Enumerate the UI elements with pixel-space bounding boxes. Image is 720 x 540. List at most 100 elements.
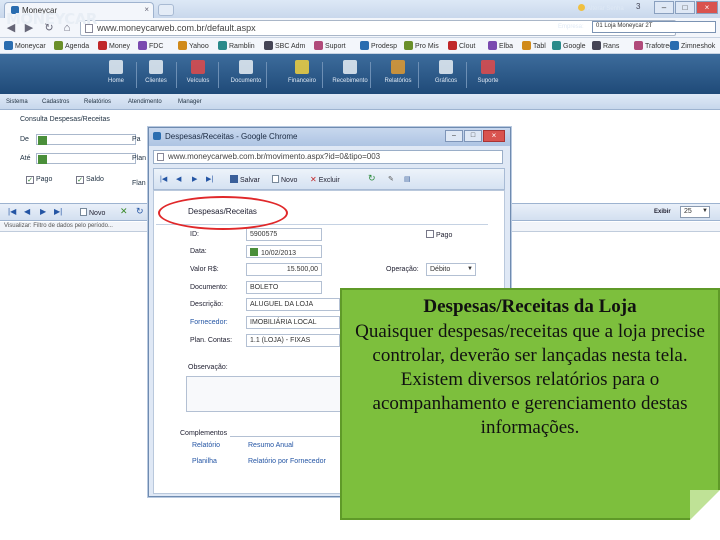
bookmark-item[interactable]: Rans	[592, 41, 619, 50]
account-field[interactable]: 1.1 (LOJA) - FIXAS	[246, 334, 340, 347]
grid-refresh-icon[interactable]: ↻	[136, 206, 144, 217]
toolbar-item-documento[interactable]: Documento	[224, 60, 268, 84]
change-password-link[interactable]: Alterar Senha	[578, 4, 624, 12]
toolbar-item-home[interactable]: Home	[94, 60, 138, 84]
bookmark-item[interactable]: FDC	[138, 41, 163, 50]
popup-minimize-button[interactable]: –	[445, 130, 463, 142]
description-field[interactable]: ALUGUEL DA LOJA	[246, 298, 340, 311]
toolbar-item-recebimento[interactable]: Recebimento	[328, 60, 372, 84]
saldo-checkbox[interactable]	[76, 176, 84, 184]
url-input[interactable]: www.moneycarweb.com.br/default.aspx	[80, 20, 676, 36]
minimize-button[interactable]: –	[654, 1, 674, 14]
bookmark-item[interactable]: Agenda	[54, 41, 89, 50]
paid-option[interactable]: Pago	[426, 230, 452, 239]
popup-maximize-button[interactable]: □	[464, 130, 482, 142]
bookmark-item[interactable]: Ramblin	[218, 41, 255, 50]
relatorio-fornecedor-link[interactable]: Relatório por Fornecedor	[248, 458, 326, 465]
menu-item-cadastros[interactable]: Cadastros	[42, 99, 69, 105]
toolbar-item-clientes[interactable]: Clientes	[134, 60, 178, 84]
popup-close-button[interactable]: ×	[483, 130, 505, 142]
bookmark-item[interactable]: Zimneshok	[670, 41, 715, 50]
chart-icon	[391, 60, 405, 74]
close-window-button[interactable]: ×	[696, 1, 718, 14]
chevron-down-icon: ▼	[467, 266, 473, 272]
planilha-link[interactable]: Planilha	[192, 458, 217, 465]
pager-prev-icon[interactable]: ◀	[24, 207, 30, 216]
toolbar-item-suporte[interactable]: Suporte	[466, 60, 510, 84]
toolbar-item-label: Veículos	[186, 78, 210, 84]
grid-new-button[interactable]: Novo	[80, 208, 105, 217]
saldo-filter[interactable]: Saldo	[76, 176, 104, 184]
toolbar-separator	[266, 62, 267, 88]
bookmark-label: Moneycar	[15, 43, 46, 50]
new-tab-button[interactable]	[158, 4, 174, 16]
value-field[interactable]: 15.500,00	[246, 263, 322, 276]
bookmark-item[interactable]: Pro Mis	[404, 41, 439, 50]
document-field[interactable]: BOLETO	[246, 281, 322, 294]
bookmark-icon	[488, 41, 497, 50]
toolbar-item-relatórios[interactable]: Relatórios	[376, 60, 420, 84]
new-button[interactable]: Novo	[272, 175, 297, 184]
popup-first-icon[interactable]: |◀	[160, 175, 167, 183]
bookmark-item[interactable]: Google	[552, 41, 586, 50]
bookmark-icon	[178, 41, 187, 50]
bookmark-item[interactable]: Trafotree	[634, 41, 673, 50]
save-button[interactable]: Salvar	[230, 175, 260, 184]
pager-first-icon[interactable]: |◀	[8, 207, 16, 216]
bookmark-icon	[404, 41, 413, 50]
popup-url-input[interactable]: www.moneycarweb.com.br/movimento.aspx?id…	[153, 150, 503, 164]
bookmark-item[interactable]: Elba	[488, 41, 513, 50]
menu-item-atendimento[interactable]: Atendimento	[128, 99, 162, 105]
menu-item-manager[interactable]: Manager	[178, 99, 202, 105]
paid-checkbox[interactable]	[426, 230, 434, 238]
pago-filter[interactable]: Pago	[26, 176, 52, 184]
popup-last-icon[interactable]: ▶|	[206, 175, 213, 183]
bookmark-item[interactable]: Prodesp	[360, 41, 397, 50]
bookmark-icon	[522, 41, 531, 50]
calendar-icon[interactable]	[250, 248, 258, 256]
resumo-anual-link[interactable]: Resumo Anual	[248, 442, 294, 449]
bookmark-item[interactable]: SBC Adm	[264, 41, 305, 50]
bookmark-item[interactable]: Money	[98, 41, 130, 50]
operation-select[interactable]: Débito ▼	[426, 263, 476, 276]
calendar-icon[interactable]	[38, 136, 47, 145]
refresh-icon[interactable]: ↻	[368, 173, 376, 184]
pager-next-icon[interactable]: ▶	[40, 207, 46, 216]
bookmark-item[interactable]: Suport	[314, 41, 346, 50]
ate-field[interactable]	[36, 153, 136, 164]
date-field[interactable]: 10/02/2013	[246, 245, 322, 258]
bookmark-item[interactable]: Yahoo	[178, 41, 209, 50]
maximize-button[interactable]: □	[675, 1, 695, 14]
paid-label: Pago	[436, 232, 453, 239]
pager-last-icon[interactable]: ▶|	[54, 207, 62, 216]
bookmark-label: Rans	[603, 43, 620, 50]
tab-close-icon[interactable]: ×	[144, 5, 149, 14]
toolbar-item-financeiro[interactable]: Financeiro	[280, 60, 324, 84]
toolbar-item-veículos[interactable]: Veículos	[176, 60, 220, 84]
supplier-link[interactable]: Fornecedor:	[190, 319, 228, 326]
description-label: Descrição:	[190, 301, 224, 308]
bookmark-item[interactable]: Moneycar	[4, 41, 46, 50]
popup-prev-icon[interactable]: ◀	[176, 175, 181, 183]
popup-page-icon	[157, 153, 164, 161]
popup-next-icon[interactable]: ▶	[192, 175, 197, 183]
menu-item-sistema[interactable]: Sistema	[6, 99, 28, 105]
de-field[interactable]	[36, 134, 136, 145]
page-size-select[interactable]: 25 ▼	[680, 206, 710, 218]
attach-icon[interactable]: ✎	[388, 175, 394, 183]
supplier-field[interactable]: IMOBILIÁRIA LOCAL	[246, 316, 340, 329]
print-icon[interactable]: ▤	[404, 175, 411, 183]
delete-button[interactable]: ✕ Excluir	[310, 175, 340, 184]
empresa-select[interactable]: 01 Loja Moneycar 2T	[592, 21, 716, 33]
id-field[interactable]: 5900575	[246, 228, 322, 241]
bookmark-item[interactable]: Tabl	[522, 41, 546, 50]
relatorio-link[interactable]: Relatório	[192, 442, 220, 449]
bookmark-label: SBC Adm	[275, 43, 306, 50]
grid-delete-icon[interactable]: ✕	[120, 206, 128, 217]
notes-textarea[interactable]	[186, 376, 346, 412]
pago-checkbox[interactable]	[26, 176, 34, 184]
bookmark-item[interactable]: Clout	[448, 41, 475, 50]
toolbar-item-gráficos[interactable]: Gráficos	[424, 60, 468, 84]
calendar-icon[interactable]	[38, 155, 47, 164]
menu-item-relatórios[interactable]: Relatórios	[84, 99, 111, 105]
